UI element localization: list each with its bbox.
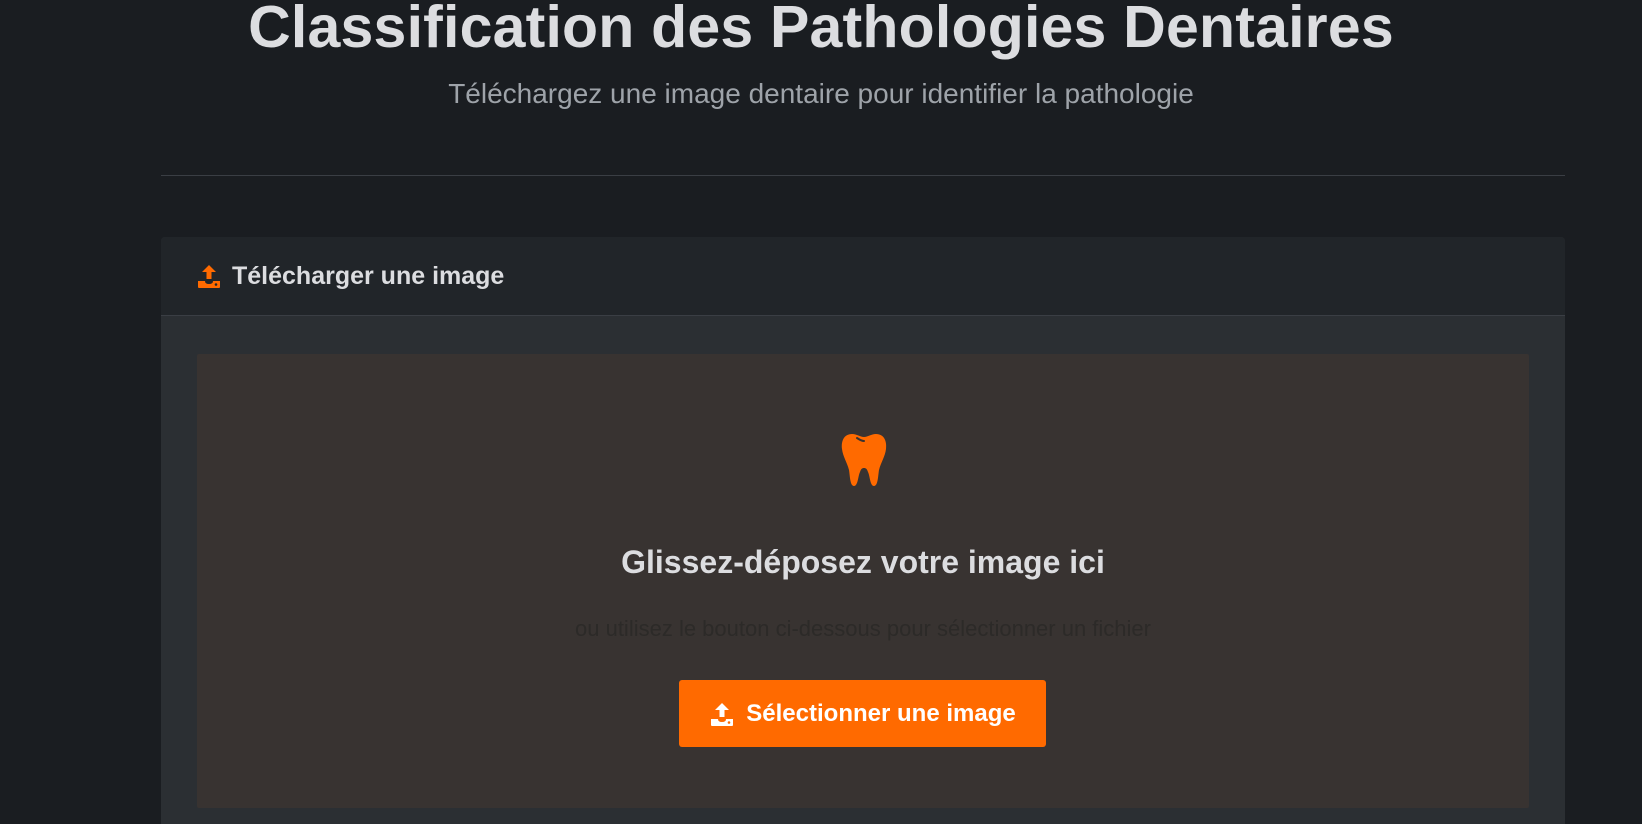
- upload-icon: [196, 263, 222, 289]
- page-title: Classification des Pathologies Dentaires: [248, 0, 1394, 60]
- dropzone-title: Glissez-déposez votre image ici: [621, 544, 1105, 580]
- upload-card-title: Télécharger une image: [232, 261, 505, 290]
- select-image-button[interactable]: Sélectionner une image: [679, 680, 1046, 747]
- upload-card: Télécharger une image Glissez-déposez vo…: [161, 237, 1565, 824]
- dropzone-hint: ou utilisez le bouton ci-dessous pour sé…: [575, 616, 1151, 641]
- image-dropzone[interactable]: Glissez-déposez votre image ici ou utili…: [197, 354, 1529, 808]
- select-image-button-label: Sélectionner une image: [746, 699, 1016, 727]
- page: Classification des Pathologies Dentaires…: [0, 0, 1642, 824]
- page-subtitle: Téléchargez une image dentaire pour iden…: [448, 78, 1194, 109]
- tooth-icon: [840, 432, 888, 488]
- header-divider: [161, 175, 1565, 176]
- upload-card-header: Télécharger une image: [161, 237, 1565, 316]
- upload-icon: [709, 701, 735, 727]
